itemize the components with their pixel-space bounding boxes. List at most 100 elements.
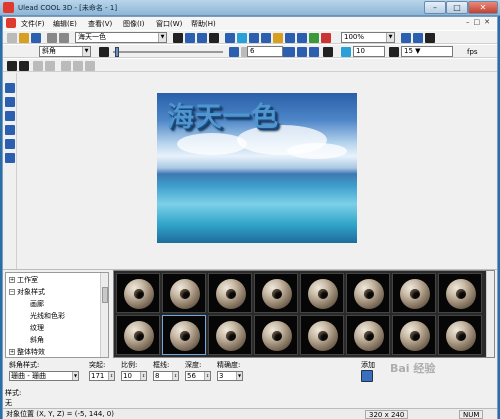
bevel-thumbnail[interactable] [254, 273, 298, 313]
bevel-thumbnail[interactable] [438, 315, 482, 355]
scrollbar-thumb[interactable] [102, 287, 108, 303]
fps-spin[interactable]: 15 ▼ [401, 46, 453, 57]
align-right-icon[interactable] [85, 61, 95, 71]
loop-icon[interactable] [285, 47, 295, 57]
protrude-spin[interactable]: 171 ⇕ [89, 371, 115, 381]
move-light-icon[interactable] [209, 33, 219, 43]
spin-arrows-icon[interactable]: ⇕ [172, 372, 178, 380]
open-file-icon[interactable] [19, 33, 29, 43]
document-window-controls[interactable]: –□✕ [466, 18, 494, 26]
bevel-thumbnail[interactable] [208, 315, 252, 355]
cube-tool-icon[interactable] [5, 153, 15, 163]
tree-item-bevel[interactable]: 斜角 [30, 335, 44, 345]
bevel-thumbnail[interactable] [162, 273, 206, 313]
menu-file[interactable]: 文件(F) [21, 19, 45, 29]
frames-icon[interactable] [341, 47, 351, 57]
zoom-out-icon[interactable] [413, 33, 423, 43]
save-icon[interactable] [31, 33, 41, 43]
bevel-thumbnail[interactable] [346, 315, 390, 355]
add-style-button[interactable] [361, 370, 373, 382]
bevel-thumbnail[interactable] [300, 315, 344, 355]
current-frame-spin[interactable]: 6 [247, 46, 283, 57]
align-left-icon[interactable] [61, 61, 71, 71]
menu-edit[interactable]: 编辑(E) [53, 19, 77, 29]
redo-icon[interactable] [59, 33, 69, 43]
timeline-track[interactable] [113, 51, 223, 53]
insert-geometry-icon[interactable] [273, 33, 283, 43]
resize-object-icon[interactable] [197, 33, 207, 43]
help-pointer-icon[interactable] [425, 33, 435, 43]
bevel-thumbnail[interactable] [254, 315, 298, 355]
italic-icon[interactable] [19, 61, 29, 71]
edit-graphic-icon[interactable] [261, 33, 271, 43]
record-icon[interactable] [321, 33, 331, 43]
spin-arrows-icon[interactable]: ⇕ [204, 372, 210, 380]
depth-spin[interactable]: 56 ⇕ [185, 371, 211, 381]
scene-preview[interactable]: 海天一色 [157, 93, 357, 243]
add-keyframe-icon[interactable] [229, 47, 239, 57]
bevel-thumbnail[interactable] [208, 273, 252, 313]
3d-title-text[interactable]: 海天一色 [167, 95, 279, 134]
bevel-thumbnail[interactable] [392, 273, 436, 313]
edit-graphic-tool-icon[interactable] [5, 125, 15, 135]
gallery-scrollbar[interactable] [486, 271, 494, 357]
bevel-thumbnail[interactable] [116, 315, 160, 355]
frame-count-spin[interactable]: 10 [353, 46, 385, 57]
move-object-icon[interactable] [173, 33, 183, 43]
tree-item-light-color[interactable]: 光线和色彩 [30, 311, 65, 321]
spin-arrows-icon[interactable]: ⇕ [108, 372, 114, 380]
smooth-icon[interactable] [323, 47, 333, 57]
reverse-icon[interactable] [297, 47, 307, 57]
bevel-attribute-combo[interactable]: 斜角 ▼ [39, 46, 91, 57]
menu-window[interactable]: 窗口(W) [156, 19, 182, 29]
tree-item-gallery[interactable]: 画廊 [30, 299, 44, 309]
bevel-thumbnail[interactable] [392, 315, 436, 355]
fps-icon[interactable] [389, 47, 399, 57]
bevel-thumbnail[interactable] [346, 273, 390, 313]
tree-item-studio[interactable]: + 工作室 [9, 275, 38, 285]
tree-item-global-effects[interactable]: + 整体特效 [9, 347, 45, 357]
document-icon[interactable] [6, 18, 16, 28]
close-button[interactable]: ✕ [468, 1, 498, 14]
menu-image[interactable]: 图像(I) [123, 19, 145, 29]
insert-graphic-icon[interactable] [249, 33, 259, 43]
menu-view[interactable]: 查看(V) [88, 19, 112, 29]
expand-icon[interactable]: + [9, 277, 15, 283]
edit-text-icon[interactable] [237, 33, 247, 43]
undo-icon[interactable] [47, 33, 57, 43]
insert-graphic-tool-icon[interactable] [5, 111, 15, 121]
attribute-toggle-icon[interactable] [99, 47, 109, 57]
bevel-thumbnail[interactable] [116, 273, 160, 313]
pingpong-icon[interactable] [309, 47, 319, 57]
bevel-thumbnail[interactable] [438, 273, 482, 313]
bevel-thumbnail-selected[interactable] [162, 315, 206, 355]
play-icon[interactable] [297, 33, 307, 43]
border-spin[interactable]: 8 ⇕ [153, 371, 179, 381]
sphere-icon[interactable] [309, 33, 319, 43]
precision-select[interactable]: 3 ▼ [217, 371, 243, 381]
tree-item-object-style[interactable]: − 对象样式 [9, 287, 45, 297]
ratio-spin[interactable]: 10 ⇕ [121, 371, 147, 381]
workspace-canvas[interactable]: 海天一色 [17, 73, 497, 283]
insert-text-tool-icon[interactable] [5, 83, 15, 93]
bevel-thumbnail[interactable] [300, 273, 344, 313]
char-spacing-icon[interactable] [33, 61, 43, 71]
collapse-icon[interactable]: − [9, 289, 15, 295]
menu-help[interactable]: 帮助(H) [191, 19, 216, 29]
zoom-in-icon[interactable] [401, 33, 411, 43]
tree-item-texture[interactable]: 纹理 [30, 323, 44, 333]
spin-arrows-icon[interactable]: ⇕ [140, 372, 146, 380]
expand-icon[interactable]: + [9, 349, 15, 355]
new-file-icon[interactable] [7, 33, 17, 43]
align-center-icon[interactable] [73, 61, 83, 71]
rotate-object-icon[interactable] [185, 33, 195, 43]
geometry-tool-icon[interactable] [5, 139, 15, 149]
maximize-button[interactable]: □ [446, 1, 468, 14]
edit-text-tool-icon[interactable] [5, 97, 15, 107]
group-icon[interactable] [285, 33, 295, 43]
tree-scrollbar[interactable] [100, 273, 108, 357]
text-object-combo[interactable]: 海天一色 ▼ [75, 32, 167, 43]
minimize-button[interactable]: – [424, 1, 446, 14]
bold-icon[interactable] [7, 61, 17, 71]
line-spacing-icon[interactable] [45, 61, 55, 71]
